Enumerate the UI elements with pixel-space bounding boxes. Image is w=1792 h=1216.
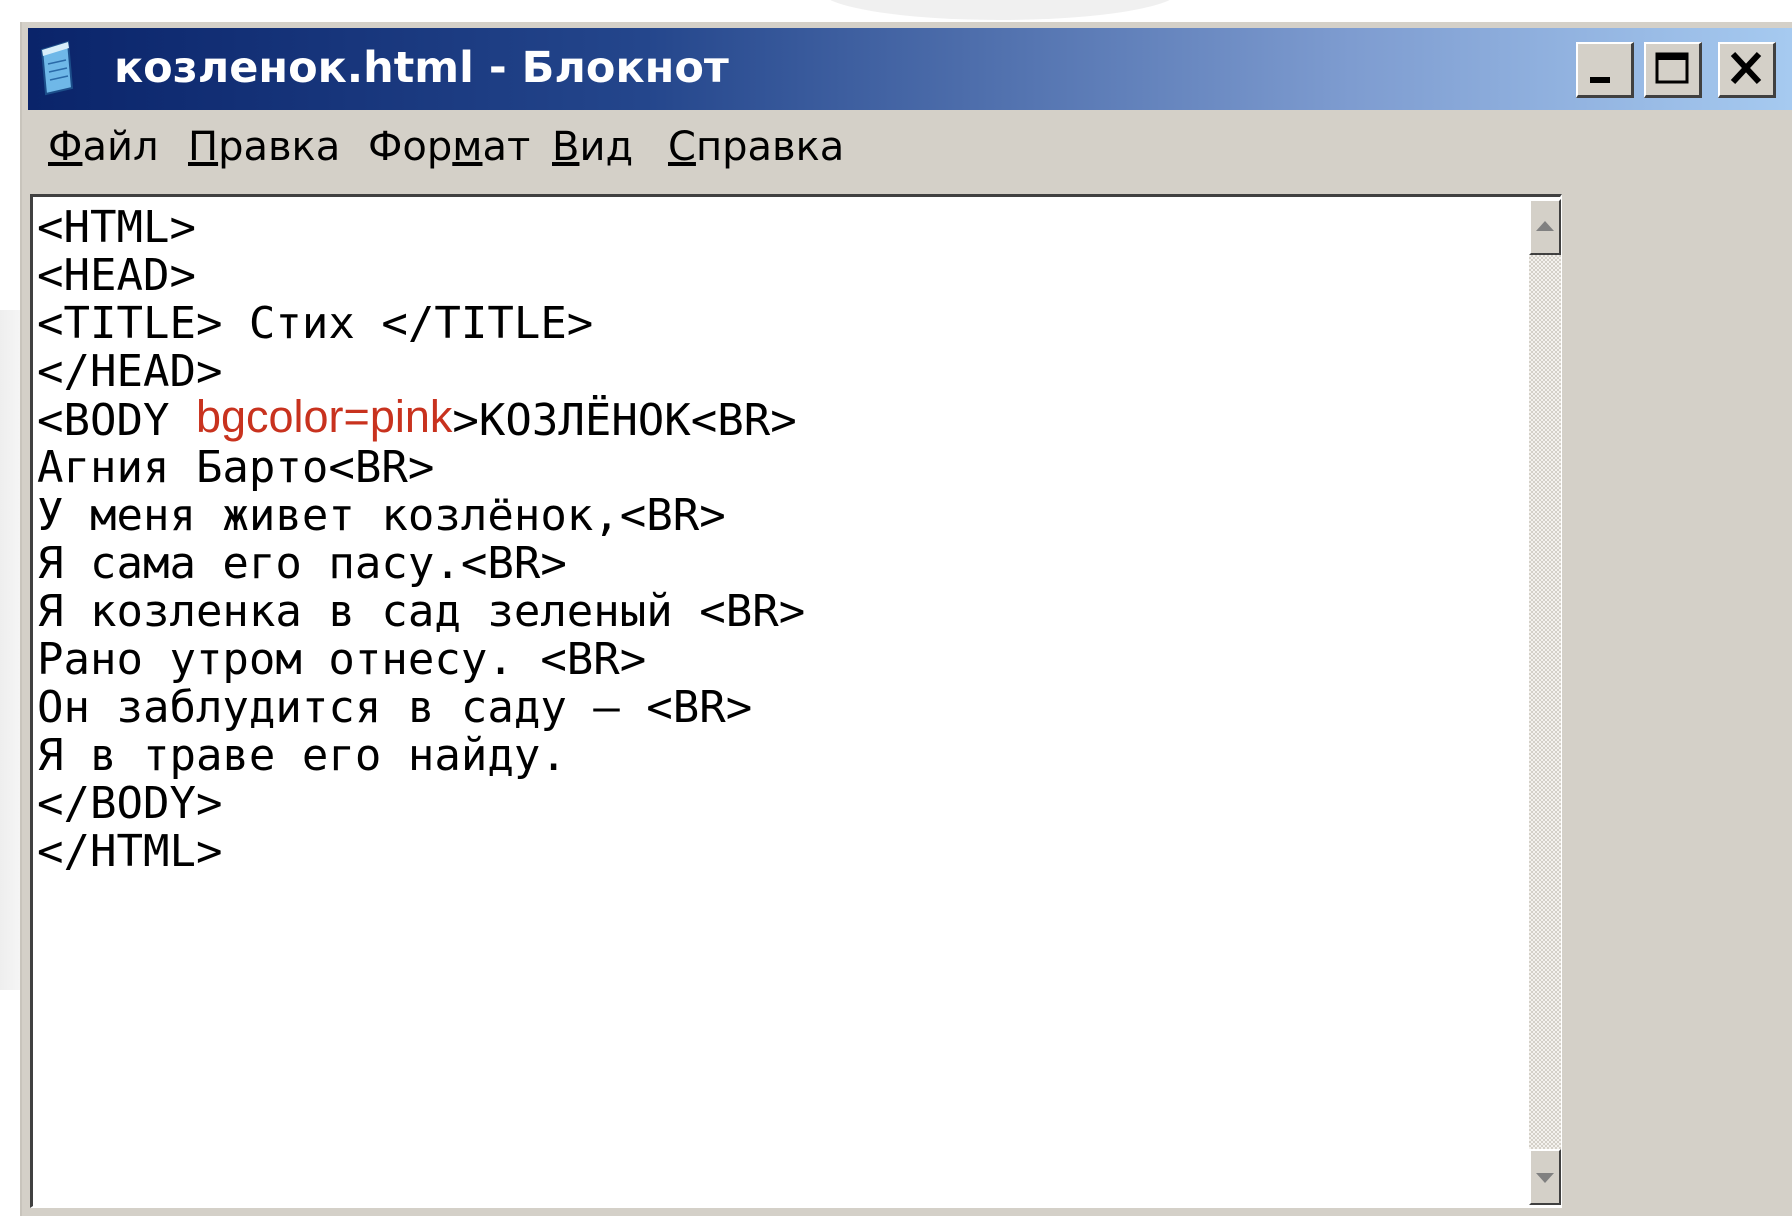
code-line: У меня живет козлёнок,<BR>	[37, 490, 726, 541]
code-line: <HEAD>	[37, 250, 196, 301]
code-line: </HEAD>	[37, 346, 223, 397]
title-bar[interactable]: козленок.html - Блокнот	[28, 28, 1792, 110]
body-tag-open: <BODY	[37, 395, 196, 446]
window-title: козленок.html - Блокнот	[114, 43, 729, 93]
arrow-down-icon	[1536, 1173, 1554, 1183]
menu-view[interactable]: Вид	[552, 124, 633, 170]
close-button[interactable]	[1718, 42, 1776, 98]
code-line: <TITLE> Стих </TITLE>	[37, 298, 594, 349]
code-line: </BODY>	[37, 778, 223, 829]
code-line: Я сама его пасу.<BR>	[37, 538, 567, 589]
menu-edit[interactable]: Правка	[188, 124, 340, 170]
vertical-scrollbar[interactable]	[1529, 199, 1561, 1205]
background-decoration	[820, 0, 1180, 20]
code-line-body: <BODY bgcolor=pink>КОЗЛЁНОК<BR>	[37, 392, 797, 446]
scroll-down-button[interactable]	[1529, 1149, 1561, 1205]
minimize-icon	[1590, 77, 1610, 83]
menu-format[interactable]: Формат	[368, 124, 530, 170]
code-line: Я в траве его найду.	[37, 730, 567, 781]
scroll-up-button[interactable]	[1529, 199, 1561, 255]
maximize-icon	[1655, 52, 1689, 84]
menu-bar: Файл Правка Формат Вид Справка	[22, 112, 1792, 174]
maximize-button[interactable]	[1644, 42, 1702, 98]
text-editor-area[interactable]: <HTML> <HEAD> <TITLE> Стих </TITLE> </HE…	[30, 194, 1562, 1208]
menu-file[interactable]: Файл	[48, 124, 159, 170]
body-tag-rest: >КОЗЛЁНОК<BR>	[452, 395, 797, 446]
close-icon	[1730, 51, 1762, 85]
code-line: <HTML>	[37, 202, 196, 253]
minimize-button[interactable]	[1576, 42, 1634, 98]
code-line: Я козленка в сад зеленый <BR>	[37, 586, 806, 637]
code-line: Агния Барто<BR>	[37, 442, 435, 493]
code-line: </HTML>	[37, 826, 223, 877]
notepad-window: козленок.html - Блокнот Файл Правка Форм…	[20, 22, 1792, 1216]
notepad-icon[interactable]	[38, 40, 76, 96]
menu-help[interactable]: Справка	[668, 124, 844, 170]
arrow-up-icon	[1536, 221, 1554, 231]
code-line: Он заблудится в саду – <BR>	[37, 682, 753, 733]
bgcolor-attribute: bgcolor=pink	[195, 391, 453, 442]
code-line: Рано утром отнесу. <BR>	[37, 634, 647, 685]
